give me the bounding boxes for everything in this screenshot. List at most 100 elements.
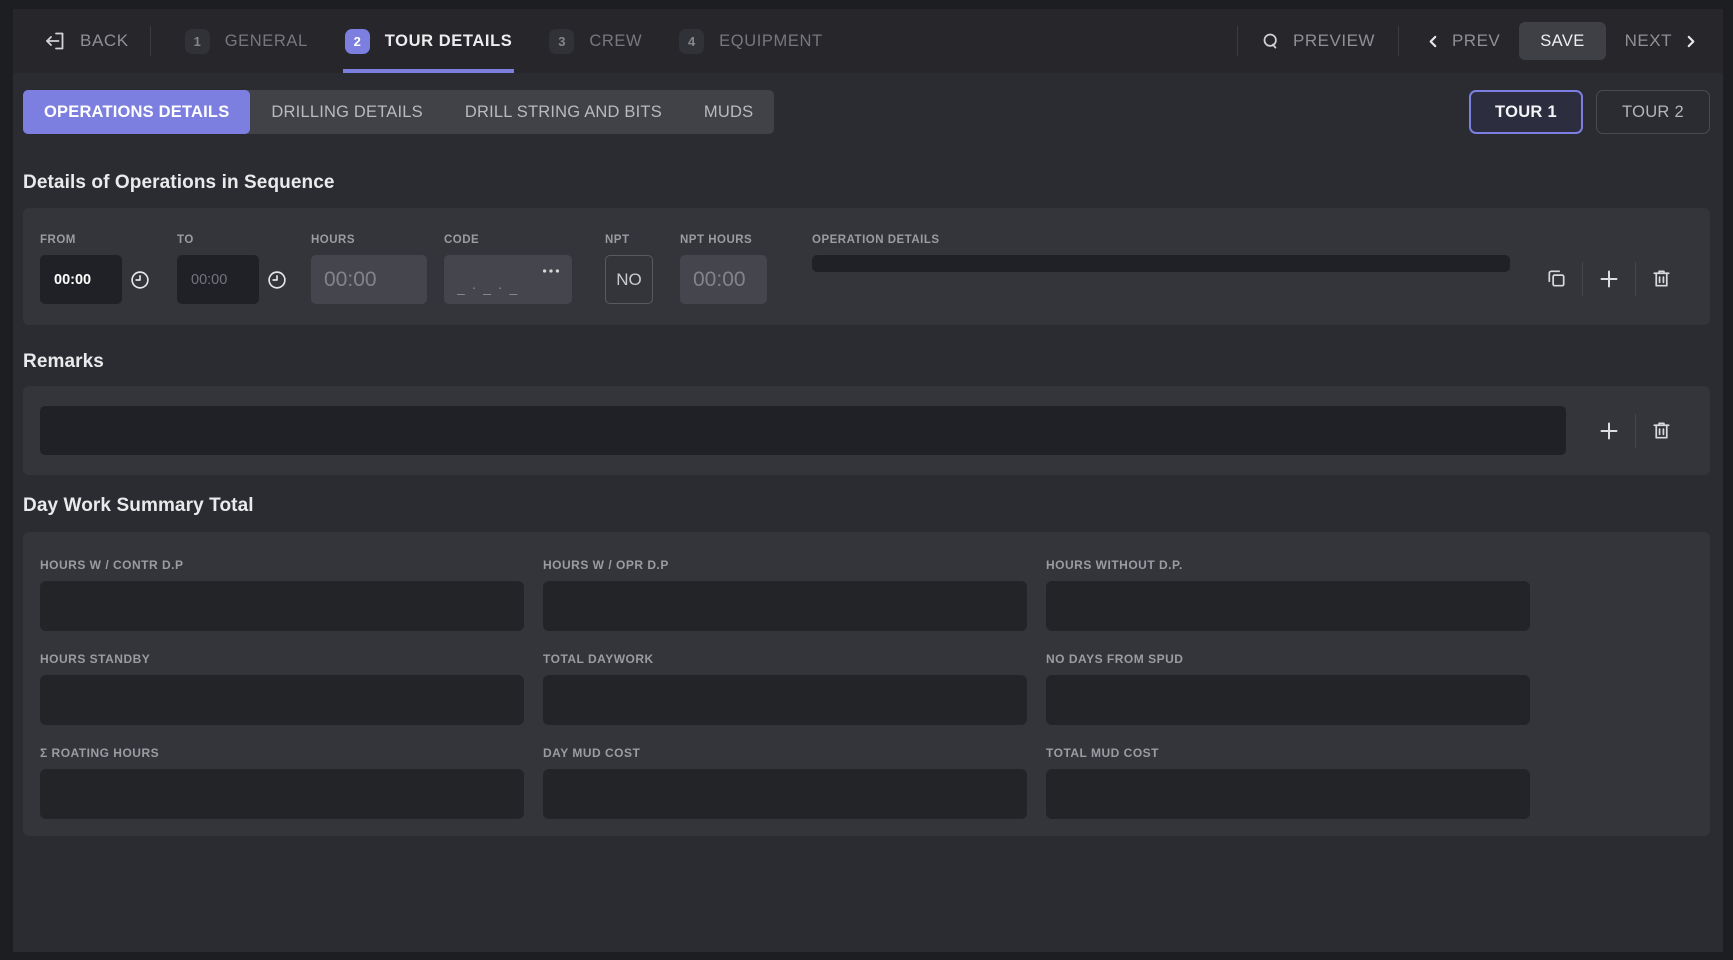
add-row-button[interactable]: [1583, 267, 1635, 291]
field-operation-details: OPERATION DETAILS: [812, 234, 1510, 272]
summary-grid: HOURS W / CONTR D.P HOURS W / OPR D.P HO…: [40, 558, 1687, 819]
tab-drilling-details[interactable]: DRILLING DETAILS: [250, 90, 443, 134]
back-label: BACK: [80, 31, 129, 51]
subnav-row: OPERATIONS DETAILS DRILLING DETAILS DRIL…: [23, 90, 1710, 134]
main-content: OPERATIONS DETAILS DRILLING DETAILS DRIL…: [13, 73, 1723, 952]
from-time-input[interactable]: [40, 255, 122, 304]
preview-label: PREVIEW: [1293, 31, 1375, 51]
total-daywork-input[interactable]: [543, 675, 1027, 725]
code-label: CODE: [444, 234, 572, 246]
toolbar-actions: PREVIEW PREV SAVE NEXT: [1237, 22, 1699, 60]
step-crew[interactable]: 3 CREW: [549, 9, 642, 73]
field-label: HOURS WITHOUT D.P.: [1046, 558, 1530, 572]
remark-input[interactable]: [40, 406, 1566, 455]
step-number-badge: 4: [679, 29, 704, 54]
wizard-steps: 1 GENERAL 2 TOUR DETAILS 3 CREW 4 EQUIPM…: [185, 9, 860, 73]
to-time-picker-button[interactable]: [266, 269, 288, 291]
tour-2-button[interactable]: TOUR 2: [1596, 90, 1710, 134]
step-label: GENERAL: [225, 32, 308, 51]
delete-row-button[interactable]: [1636, 267, 1687, 290]
remarks-row-actions: [1583, 406, 1687, 455]
field-from: FROM: [40, 234, 151, 304]
npt-hours-input[interactable]: [680, 255, 767, 304]
step-general[interactable]: 1 GENERAL: [185, 9, 308, 73]
tab-operations-details[interactable]: OPERATIONS DETAILS: [23, 90, 250, 134]
prev-label: PREV: [1452, 31, 1500, 51]
field-hours-w-opr-dp: HOURS W / OPR D.P: [543, 558, 1027, 631]
step-equipment[interactable]: 4 EQUIPMENT: [679, 9, 823, 73]
step-label: EQUIPMENT: [719, 32, 823, 51]
operations-row-actions: [1531, 254, 1687, 303]
hours-input[interactable]: [311, 255, 427, 304]
delete-remark-button[interactable]: [1636, 419, 1687, 442]
field-label: NO DAYS FROM SPUD: [1046, 652, 1530, 666]
remarks-row-card: [23, 386, 1710, 475]
field-sum-roating-hours: Σ ROATING HOURS: [40, 746, 524, 819]
total-mud-cost-input[interactable]: [1046, 769, 1530, 819]
field-total-mud-cost: TOTAL MUD COST: [1046, 746, 1530, 819]
hours-standby-input[interactable]: [40, 675, 524, 725]
no-days-from-spud-input[interactable]: [1046, 675, 1530, 725]
step-tour-details[interactable]: 2 TOUR DETAILS: [345, 9, 513, 73]
day-work-summary-card: HOURS W / CONTR D.P HOURS W / OPR D.P HO…: [23, 532, 1710, 836]
tab-muds[interactable]: MUDS: [683, 90, 774, 134]
hours-label: HOURS: [311, 234, 427, 246]
field-label: HOURS W / OPR D.P: [543, 558, 1027, 572]
plus-icon: [1597, 267, 1621, 291]
step-number-badge: 1: [185, 29, 210, 54]
save-button[interactable]: SAVE: [1519, 22, 1605, 60]
step-label: CREW: [589, 32, 642, 51]
add-remark-button[interactable]: [1583, 419, 1635, 443]
to-time-input[interactable]: [177, 255, 259, 304]
plus-icon: [1597, 419, 1621, 443]
search-icon: [1261, 31, 1282, 52]
field-label: HOURS STANDBY: [40, 652, 524, 666]
field-hours-without-dp: HOURS WITHOUT D.P.: [1046, 558, 1530, 631]
hours-w-contr-dp-input[interactable]: [40, 581, 524, 631]
field-hours-w-contr-dp: HOURS W / CONTR D.P: [40, 558, 524, 631]
field-hours-standby: HOURS STANDBY: [40, 652, 524, 725]
field-hours: HOURS: [311, 234, 427, 304]
from-label: FROM: [40, 234, 151, 246]
back-icon: [43, 29, 67, 53]
field-label: TOTAL DAYWORK: [543, 652, 1027, 666]
back-button[interactable]: BACK: [43, 29, 129, 53]
field-label: TOTAL MUD COST: [1046, 746, 1530, 760]
next-label: NEXT: [1625, 31, 1672, 51]
toolbar-divider: [1398, 26, 1399, 56]
hours-w-opr-dp-input[interactable]: [543, 581, 1027, 631]
npt-label: NPT: [605, 234, 653, 246]
preview-button[interactable]: PREVIEW: [1261, 31, 1375, 52]
field-label: HOURS W / CONTR D.P: [40, 558, 524, 572]
field-code: CODE: [444, 234, 572, 304]
prev-button[interactable]: PREV: [1425, 31, 1500, 51]
copy-row-button[interactable]: [1531, 267, 1582, 290]
field-npt: NPT NO: [605, 234, 653, 304]
hours-without-dp-input[interactable]: [1046, 581, 1530, 631]
top-toolbar: BACK 1 GENERAL 2 TOUR DETAILS 3 CREW 4 E…: [13, 9, 1723, 73]
trash-icon: [1650, 419, 1673, 442]
operation-details-input[interactable]: [812, 255, 1510, 272]
step-number-badge: 3: [549, 29, 574, 54]
from-time-picker-button[interactable]: [129, 269, 151, 291]
npt-toggle-button[interactable]: NO: [605, 255, 653, 304]
tour-switcher: TOUR 1 TOUR 2: [1469, 90, 1710, 134]
chevron-right-icon: [1682, 33, 1699, 50]
toolbar-divider: [1237, 26, 1238, 56]
code-picker-button[interactable]: [536, 260, 566, 282]
next-button[interactable]: NEXT: [1625, 31, 1699, 51]
to-label: TO: [177, 234, 288, 246]
tour-1-button[interactable]: TOUR 1: [1469, 90, 1583, 134]
field-total-daywork: TOTAL DAYWORK: [543, 652, 1027, 725]
chevron-left-icon: [1425, 33, 1442, 50]
day-mud-cost-input[interactable]: [543, 769, 1027, 819]
remarks-section-title: Remarks: [23, 351, 1710, 373]
toolbar-divider: [150, 26, 151, 56]
clock-icon: [129, 269, 151, 291]
field-to: TO: [177, 234, 288, 304]
clock-icon: [266, 269, 288, 291]
step-number-badge: 2: [345, 29, 370, 54]
section-tabs: OPERATIONS DETAILS DRILLING DETAILS DRIL…: [23, 90, 774, 134]
sum-roating-hours-input[interactable]: [40, 769, 524, 819]
tab-drill-string-and-bits[interactable]: DRILL STRING AND BITS: [444, 90, 683, 134]
